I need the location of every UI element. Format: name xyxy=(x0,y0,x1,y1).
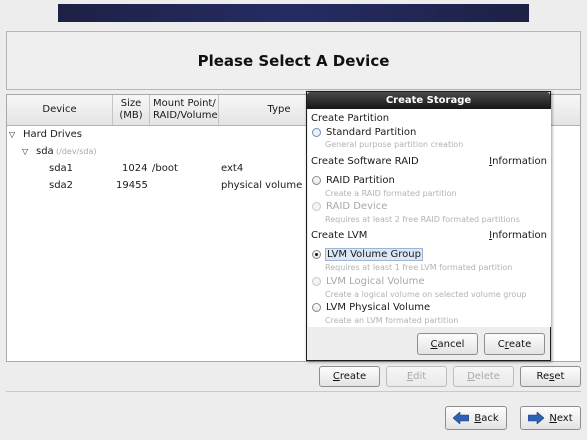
dialog-title[interactable]: Create Storage xyxy=(307,92,550,109)
option-label: RAID Device xyxy=(326,200,388,212)
triangle-down-icon[interactable]: ▽ xyxy=(9,126,15,143)
col-device[interactable]: Device xyxy=(7,95,113,125)
col-mount-label-1: Mount Point/ xyxy=(153,98,216,109)
cell-size: 1024 xyxy=(122,163,148,174)
option-label: LVM Physical Volume xyxy=(326,301,431,313)
radio-lvm-volume-group[interactable] xyxy=(312,249,321,259)
arrow-right-icon xyxy=(528,412,545,424)
arrow-left-icon xyxy=(453,412,470,424)
section-create-partition: Create Partition xyxy=(311,113,390,124)
col-size[interactable]: Size (MB) xyxy=(113,95,150,125)
radio-lvm-physical-volume[interactable] xyxy=(312,302,321,312)
tree-row-disk[interactable]: ▽ sda (/dev/sda) xyxy=(7,143,307,160)
radio-raid-partition[interactable] xyxy=(312,175,321,185)
option-lvm-volume-group[interactable]: LVM Volume Group xyxy=(312,247,423,261)
radio-standard-partition[interactable] xyxy=(312,127,321,137)
triangle-down-icon[interactable]: ▽ xyxy=(22,143,28,160)
option-description: Create an LVM formated partition xyxy=(325,316,459,325)
group-label: Hard Drives xyxy=(23,129,82,140)
disk-path: (/dev/sda) xyxy=(56,147,97,156)
col-size-label-1: Size xyxy=(120,98,142,109)
col-mount-label-2: RAID/Volume xyxy=(153,110,218,121)
radio-raid-device[interactable] xyxy=(312,201,321,211)
cell-device: sda1 xyxy=(49,163,74,174)
option-label: RAID Partition xyxy=(326,174,395,186)
option-description: Create a RAID formated partition xyxy=(325,189,457,198)
next-button[interactable]: Next xyxy=(520,406,581,430)
dialog-create-button[interactable]: Cr eate xyxy=(484,333,545,355)
option-label: LVM Logical Volume xyxy=(326,275,425,287)
storage-options-list: Create Partition Standard Partition Gene… xyxy=(308,109,551,327)
create-button[interactable]: Create xyxy=(319,366,380,387)
page-title-box: Please Select A Device xyxy=(6,31,581,90)
radio-lvm-logical-volume[interactable] xyxy=(312,276,321,286)
header-banner xyxy=(58,4,529,22)
col-mount[interactable]: Mount Point/ RAID/Volume xyxy=(150,95,219,125)
col-size-label-2: (MB) xyxy=(119,110,143,121)
cell-device: sda2 xyxy=(49,180,74,191)
option-raid-partition[interactable]: RAID Partition xyxy=(312,173,395,187)
reset-button[interactable]: Re s et xyxy=(520,366,581,387)
section-create-lvm: Create LVM xyxy=(311,230,368,241)
option-description: Requires at least 2 free RAID formated p… xyxy=(325,215,520,224)
option-standard-partition[interactable]: Standard Partition xyxy=(312,125,416,139)
option-lvm-logical-volume[interactable]: LVM Logical Volume xyxy=(312,274,425,288)
edit-button[interactable]: Edit xyxy=(386,366,447,387)
cell-type: ext4 xyxy=(221,163,244,174)
option-description: Requires at least 1 free LVM formated pa… xyxy=(325,263,513,272)
option-label: LVM Volume Group xyxy=(325,247,423,261)
separator xyxy=(6,391,581,392)
disk-name: sda xyxy=(36,146,54,157)
cell-mount: /boot xyxy=(152,163,178,174)
option-description: Create a logical volume on selected volu… xyxy=(325,290,527,299)
cell-size: 19455 xyxy=(116,180,148,191)
create-storage-dialog: Create Storage Create Partition Standard… xyxy=(306,91,551,361)
table-row[interactable]: sda1 1024 /boot ext4 xyxy=(7,160,307,177)
delete-button[interactable]: Delete xyxy=(453,366,514,387)
page-title: Please Select A Device xyxy=(197,51,390,70)
back-button[interactable]: Back xyxy=(445,406,507,430)
option-raid-device[interactable]: RAID Device xyxy=(312,199,387,213)
cell-type: physical volume ( xyxy=(221,180,310,191)
option-description: General purpose partition creation xyxy=(325,140,464,149)
col-type-label: Type xyxy=(267,104,291,115)
table-row[interactable]: sda2 19455 physical volume ( xyxy=(7,177,310,194)
lvm-information-link[interactable]: Information xyxy=(489,229,547,242)
section-create-raid: Create Software RAID xyxy=(311,156,419,167)
col-device-label: Device xyxy=(42,104,77,115)
option-lvm-physical-volume[interactable]: LVM Physical Volume xyxy=(312,300,430,314)
tree-row-hard-drives[interactable]: ▽ Hard Drives xyxy=(7,126,307,143)
cancel-button[interactable]: Cancel xyxy=(417,333,478,355)
raid-information-link[interactable]: Information xyxy=(489,155,547,168)
option-label: Standard Partition xyxy=(326,126,417,138)
